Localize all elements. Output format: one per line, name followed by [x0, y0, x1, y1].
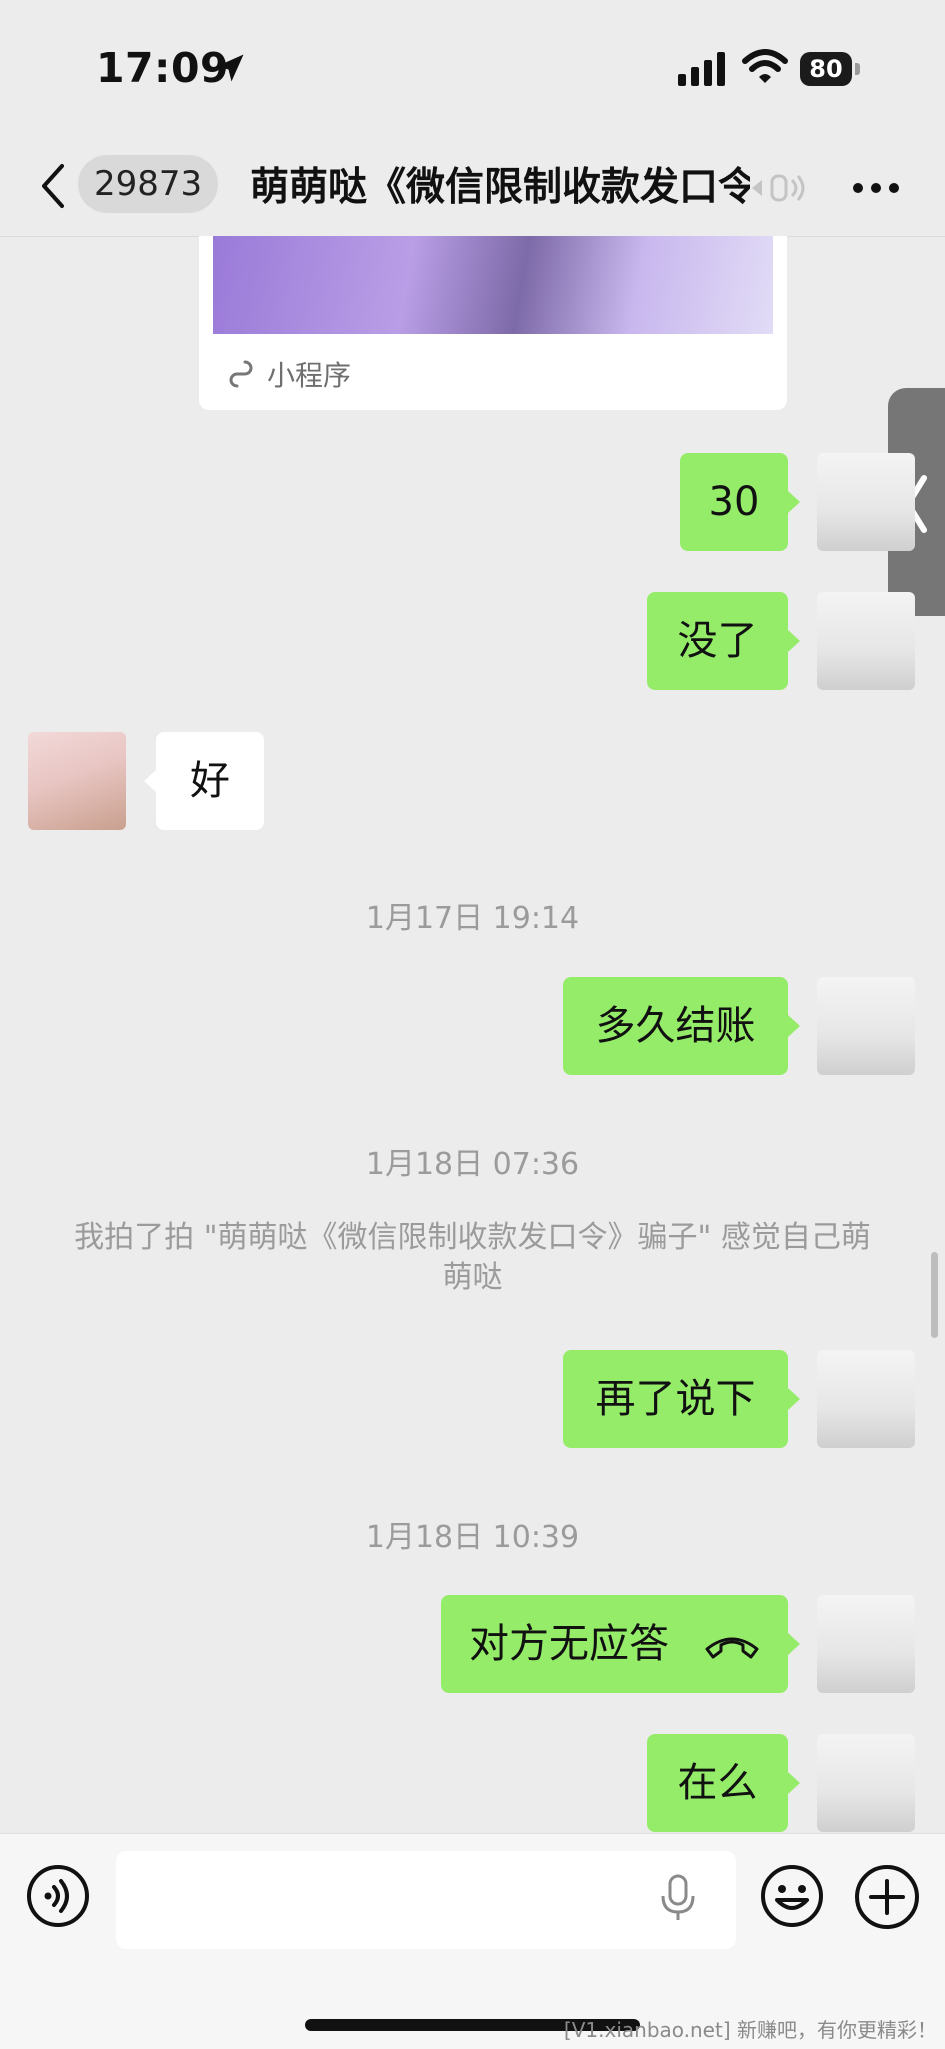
microphone-icon[interactable]	[660, 1874, 696, 1922]
message-text: 30	[680, 453, 788, 551]
mini-program-label: 小程序	[267, 359, 352, 392]
chat-header: 29873 萌萌哒《微信限制收款发口令》骗子	[0, 140, 945, 237]
avatar[interactable]	[817, 453, 915, 551]
avatar[interactable]	[817, 977, 915, 1075]
avatar[interactable]	[817, 592, 915, 690]
message-bubble-me[interactable]: 再了说下	[563, 1350, 800, 1448]
wifi-icon	[742, 49, 788, 83]
cellular-signal-icon	[678, 52, 725, 86]
message-bubble-me[interactable]: 30	[680, 453, 800, 551]
status-time: 17:09	[96, 44, 230, 92]
mini-program-card[interactable]: 小程序	[199, 236, 787, 410]
hangup-phone-icon	[705, 1637, 759, 1659]
emoji-icon[interactable]	[760, 1864, 824, 1928]
plus-circle-icon[interactable]	[854, 1864, 920, 1930]
unread-count-badge[interactable]: 29873	[78, 155, 219, 213]
muted-speaker-icon	[752, 174, 805, 202]
mini-program-icon	[229, 360, 253, 388]
avatar[interactable]	[817, 1595, 915, 1693]
timestamp: 1月18日 07:36	[365, 1147, 580, 1182]
message-text: 好	[156, 732, 264, 830]
status-bar: 17:09 80	[0, 0, 945, 140]
chat-title: 萌萌哒《微信限制收款发口令》骗子	[250, 165, 750, 210]
more-dots-icon[interactable]	[852, 178, 900, 198]
location-arrow-icon	[216, 54, 244, 82]
watermark-text: [V1.xianbao.net] 新赚吧，有你更精彩！	[563, 2018, 937, 2042]
message-text: 多久结账	[563, 977, 788, 1075]
timestamp: 1月17日 19:14	[365, 901, 580, 936]
message-input[interactable]	[116, 1851, 736, 1949]
scroll-indicator[interactable]	[931, 1252, 938, 1338]
avatar[interactable]	[28, 732, 126, 830]
message-text: 没了	[647, 592, 788, 690]
avatar[interactable]	[817, 1734, 915, 1832]
battery-level: 80	[800, 52, 852, 86]
avatar[interactable]	[817, 1350, 915, 1448]
message-bubble-me[interactable]: 没了	[647, 592, 800, 690]
timestamp: 1月18日 10:39	[365, 1520, 580, 1555]
message-bubble-me[interactable]: 在么	[647, 1734, 800, 1832]
message-text: 再了说下	[563, 1350, 788, 1448]
message-bubble-other[interactable]: 好	[144, 732, 264, 830]
system-pat-message: 我拍了拍 "萌萌哒《微信限制收款发口令》骗子" 感觉自己萌萌哒	[74, 1220, 871, 1295]
message-text: 对方无应答	[469, 1621, 669, 1667]
battery-icon: 80	[800, 52, 862, 86]
message-bubble-me[interactable]: 多久结账	[563, 977, 800, 1075]
call-record-bubble[interactable]: 对方无应答	[441, 1595, 800, 1693]
voice-input-icon[interactable]	[26, 1864, 90, 1928]
message-text: 在么	[647, 1734, 788, 1832]
mini-program-preview-image	[213, 236, 773, 334]
chevron-left-icon[interactable]	[36, 162, 70, 210]
